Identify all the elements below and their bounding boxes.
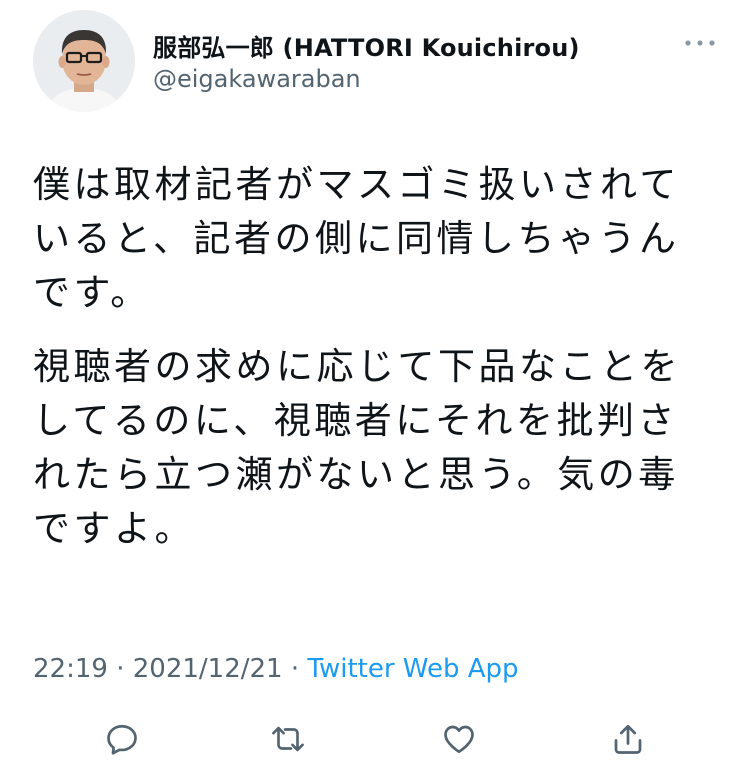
reply-button[interactable] [98, 715, 146, 763]
tweet-paragraph: 僕は取材記者がマスゴミ扱いされていると、記者の側に同情しちゃうんです。 [33, 163, 680, 314]
like-button[interactable] [435, 715, 483, 763]
retweet-icon [272, 726, 304, 752]
tweet-date[interactable]: 2021/12/21 [133, 654, 283, 684]
avatar[interactable] [33, 10, 135, 112]
share-icon [614, 724, 642, 754]
more-horizontal-icon [685, 40, 715, 46]
retweet-button[interactable] [264, 715, 312, 763]
tweet-text: 僕は取材記者がマスゴミ扱いされていると、記者の側に同情しちゃうんです。 視聴者の… [33, 158, 713, 556]
share-button[interactable] [604, 715, 652, 763]
like-icon [444, 725, 474, 754]
author-display-name[interactable]: 服部弘一郎 (HATTORI Kouichirou) [153, 28, 580, 63]
tweet-time[interactable]: 22:19 [33, 654, 108, 684]
meta-separator: · [290, 654, 300, 684]
reply-icon [107, 724, 137, 755]
tweet-actions [0, 715, 750, 763]
meta-separator: · [116, 654, 125, 684]
more-options-button[interactable] [683, 30, 717, 56]
tweet-meta: 22:19 · 2021/12/21 · Twitter Web App [33, 654, 519, 684]
author-handle[interactable]: @eigakawaraban [153, 65, 361, 93]
tweet-source-link[interactable]: Twitter Web App [307, 654, 518, 684]
avatar-photo [33, 10, 135, 112]
tweet-paragraph: 視聴者の求めに応じて下品なことをしてるのに、視聴者にそれを批判されたら立つ瀬がな… [33, 345, 681, 550]
